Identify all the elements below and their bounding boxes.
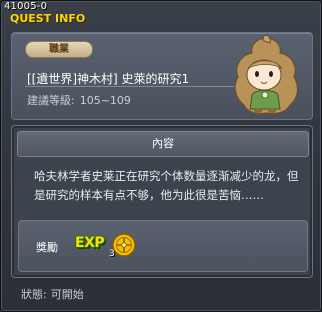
window-title: QUEST INFO	[10, 12, 86, 25]
level-range: 105~109	[79, 94, 131, 107]
content-header: 內容	[17, 131, 309, 157]
coin-icon[interactable]	[112, 233, 136, 257]
quest-id: 41005-0	[4, 1, 48, 12]
reward-label: 獎勵	[36, 241, 58, 254]
divider	[25, 86, 237, 87]
quest-status: 狀態: 可開始	[21, 286, 88, 302]
recommended-level: 建議等級: 105~109	[27, 92, 136, 108]
quest-name: [[遺世界]神木村] 史萊的研究1	[27, 72, 190, 86]
quest-content-panel: 內容 哈夫林学者史莱正在研究个体数量逐渐减少的龙，但是研究的样本有点不够，他为此…	[11, 125, 313, 278]
quest-info-window: 41005-0 QUEST INFO 職業 [[遺世界]神木村] 史萊的研究1 …	[0, 0, 322, 312]
quest-description: 哈夫林学者史莱正在研究个体数量逐渐减少的龙，但是研究的样本有点不够，他为此很是苦…	[34, 169, 299, 202]
job-badge: 職業	[25, 41, 93, 58]
status-value: 可開始	[50, 288, 84, 301]
quest-summary-panel: 職業 [[遺世界]神木村] 史萊的研究1 建議等級: 105~109	[11, 32, 313, 120]
reward-item-count: 3	[109, 249, 115, 259]
reward-box: 獎勵 EXP 3	[18, 220, 308, 272]
status-label: 狀態:	[21, 288, 47, 301]
level-label: 建議等級:	[27, 94, 75, 107]
exp-icon: EXP	[75, 235, 105, 251]
npc-portrait	[234, 35, 299, 115]
